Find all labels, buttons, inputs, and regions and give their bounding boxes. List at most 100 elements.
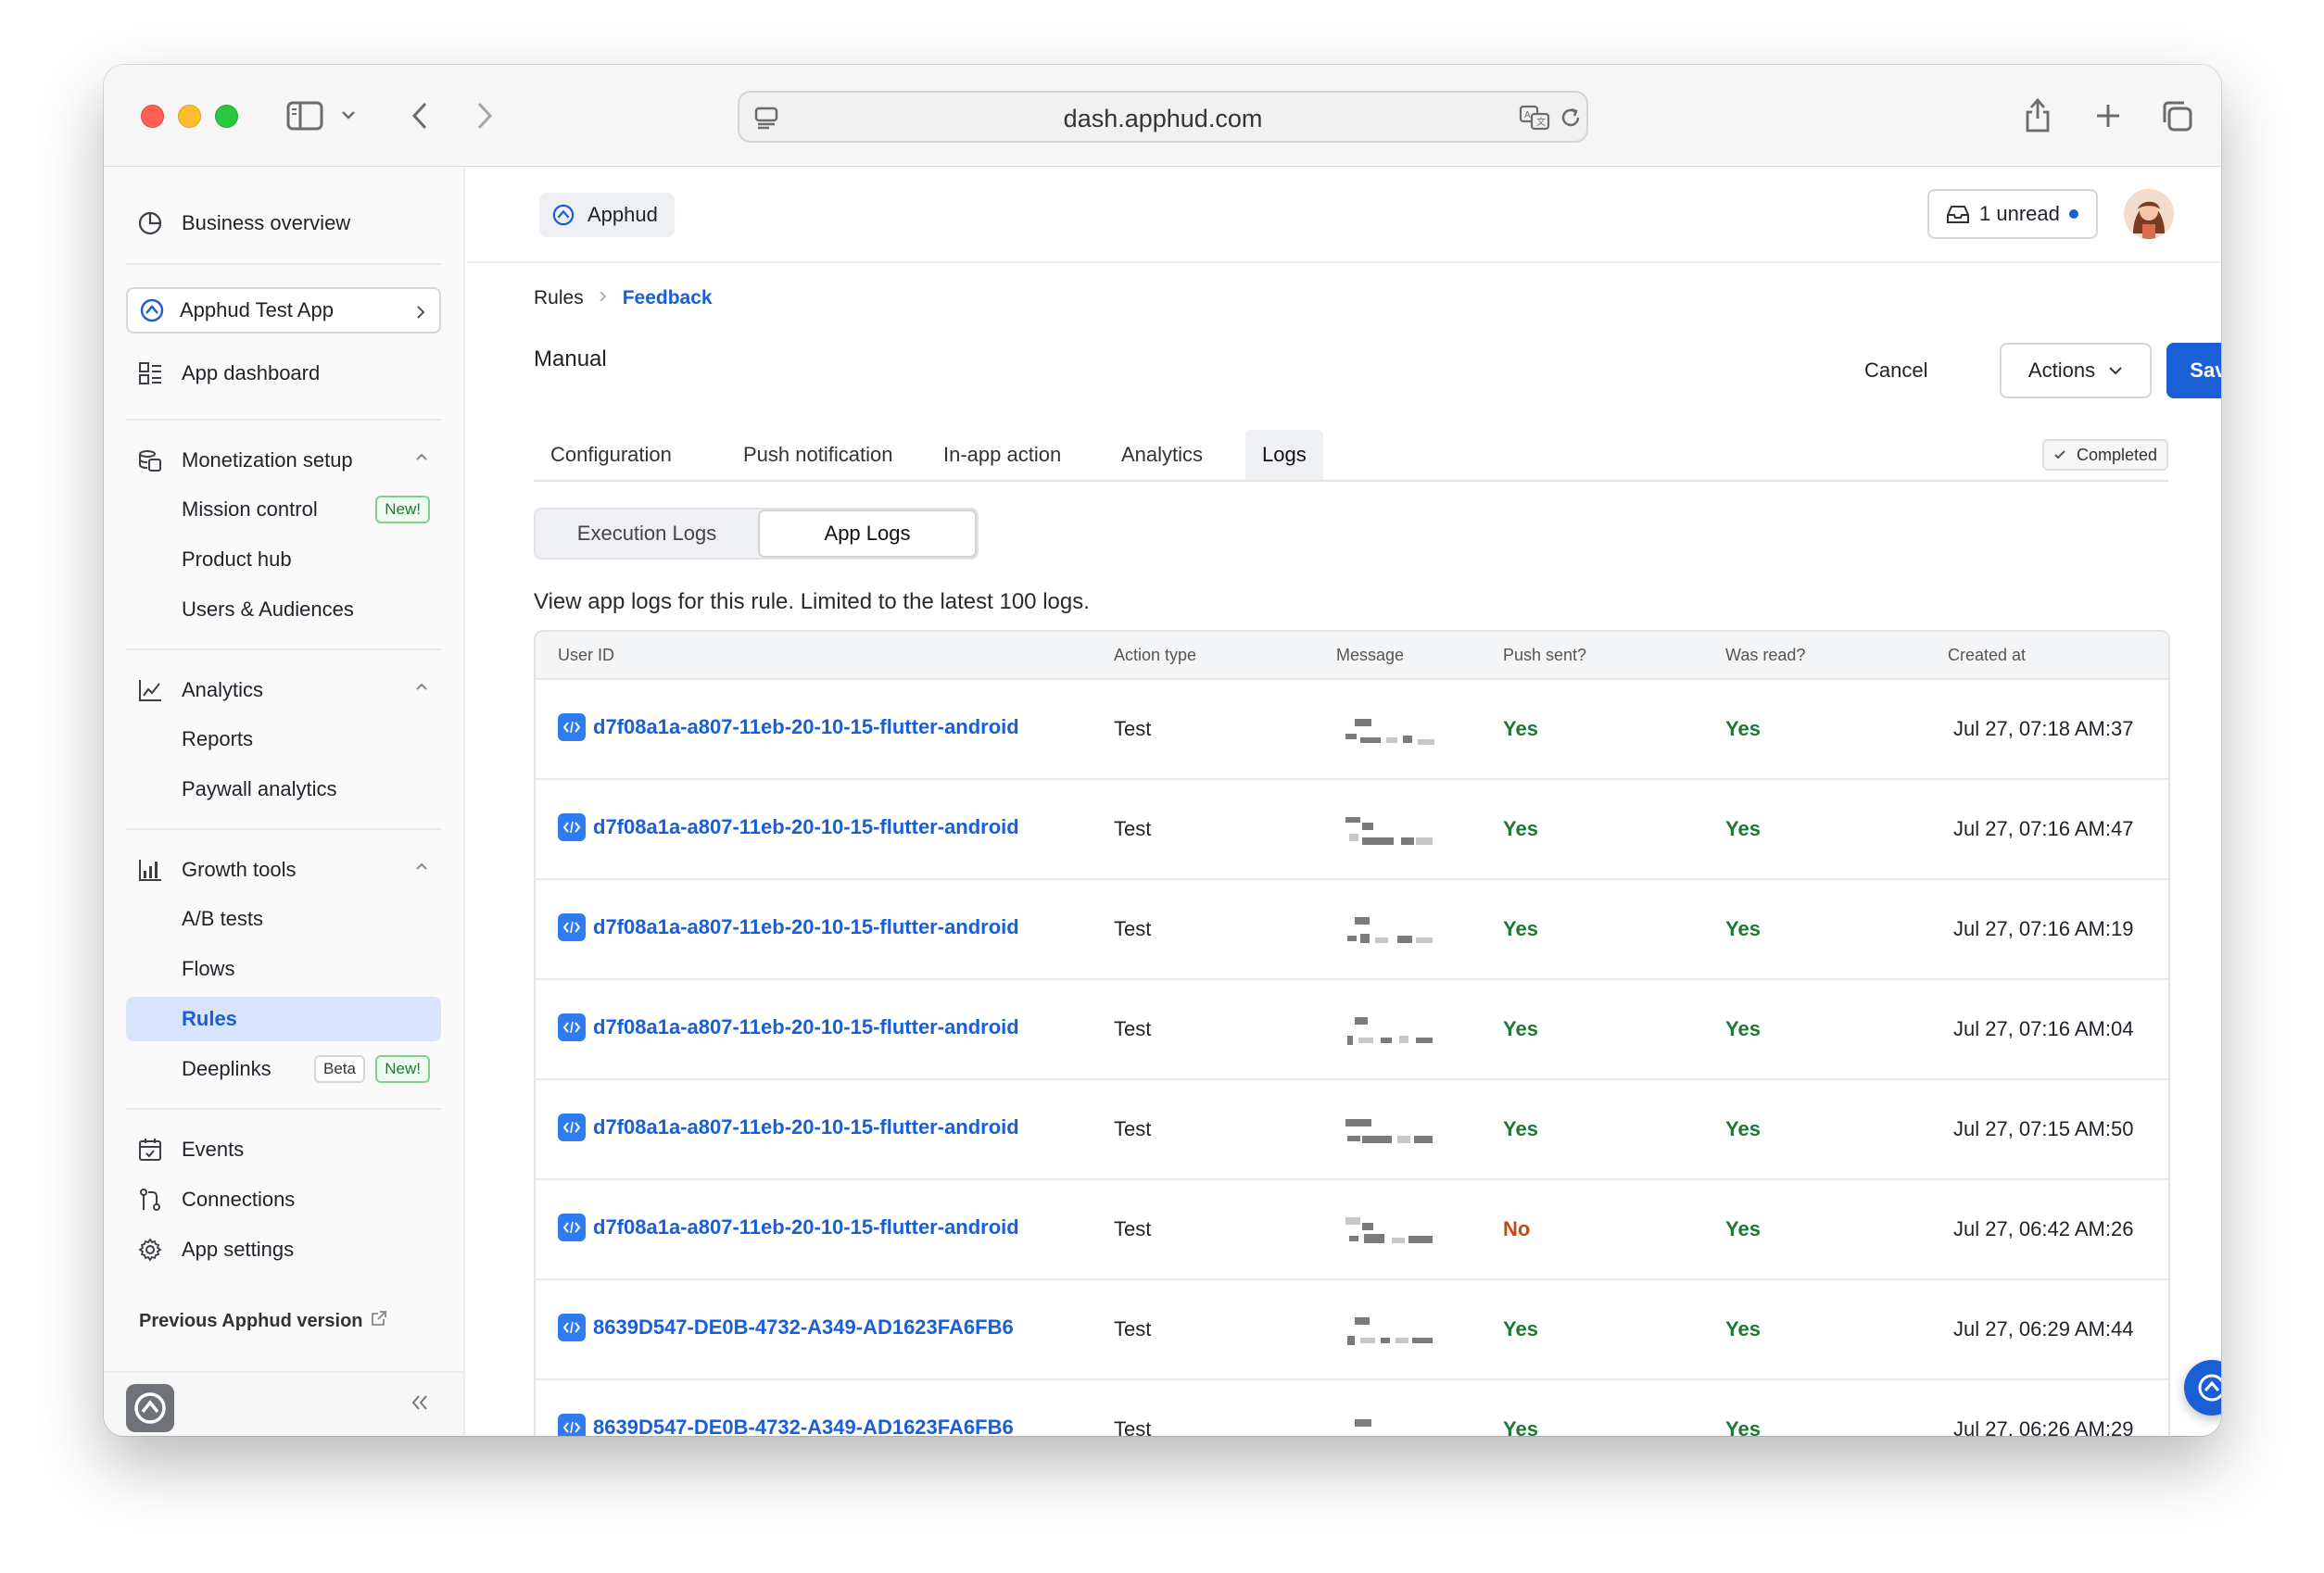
segment-app-logs[interactable]: App Logs [758,510,977,558]
unread-label: 1 unread [1979,202,2060,225]
browser-window: dash.apphud.com A文 Business overview App… [104,65,2221,1436]
sidebar-item-label: Mission control [182,497,318,521]
app-chip[interactable]: Apphud [539,193,675,237]
new-tab-icon[interactable] [2092,100,2124,132]
sidebar-item-mission-control[interactable]: Mission control New! [126,487,441,532]
tab-configuration[interactable]: Configuration [534,430,688,480]
breadcrumb-current[interactable]: Feedback [623,287,713,309]
sidebar-item-paywall-analytics[interactable]: Paywall analytics [126,767,441,812]
sidebar-item-connections[interactable]: Connections [126,1177,441,1223]
save-button[interactable]: Save [2166,343,2221,398]
minimize-window-button[interactable] [178,105,201,128]
share-icon[interactable] [2022,94,2053,135]
sidebar-item-reports[interactable]: Reports [126,717,441,761]
tab-push-notification[interactable]: Push notification [726,430,909,480]
main-content: Apphud 1 unread Rules Feedback Manual Ca… [467,167,2221,1436]
address-bar[interactable]: dash.apphud.com A文 [738,91,1588,143]
actions-dropdown-button[interactable]: Actions [2000,343,2152,398]
user-id-link[interactable]: d7f08a1a-a807-11eb-20-10-15-flutter-andr… [558,713,1019,741]
previous-version-link[interactable]: Previous Apphud version [139,1310,387,1332]
coins-icon [135,446,165,475]
blurred-message-pixel [1386,737,1397,743]
code-icon [558,913,586,941]
sidebar-divider [126,828,441,830]
user-id-link[interactable]: 8639D547-DE0B-4732-A349-AD1623FA6FB6 [558,1314,1014,1341]
forward-arrow-icon[interactable] [471,100,499,132]
sidebar-item-ab-tests[interactable]: A/B tests [126,897,441,941]
segment-execution-logs[interactable]: Execution Logs [536,510,758,558]
status-badge-label: Completed [2076,446,2157,464]
sidebar-item-events[interactable]: Events [126,1126,441,1173]
connections-icon [135,1185,165,1214]
user-id-link[interactable]: d7f08a1a-a807-11eb-20-10-15-flutter-andr… [558,1013,1019,1041]
chevron-up-icon[interactable] [415,449,428,466]
double-chevron-left-icon[interactable] [410,1393,430,1416]
sidebar-item-deeplinks[interactable]: Deeplinks Beta New! [126,1047,441,1091]
sidebar-item-app-settings[interactable]: App settings [126,1227,441,1273]
table-row: d7f08a1a-a807-11eb-20-10-15-flutter-andr… [536,1080,2168,1180]
sidebar-section-growth-tools[interactable]: Growth tools [126,847,441,893]
code-icon [558,1013,586,1041]
blurred-message-pixel [1349,1236,1358,1241]
apphud-logo-icon[interactable] [126,1384,174,1432]
chevron-up-icon[interactable] [415,679,428,696]
user-id-text: d7f08a1a-a807-11eb-20-10-15-flutter-andr… [593,1115,1019,1139]
table-row: d7f08a1a-a807-11eb-20-10-15-flutter-andr… [536,980,2168,1080]
table-row: d7f08a1a-a807-11eb-20-10-15-flutter-andr… [536,1180,2168,1280]
chevron-right-icon [599,290,608,308]
url-text: dash.apphud.com [1063,105,1263,132]
user-id-link[interactable]: d7f08a1a-a807-11eb-20-10-15-flutter-andr… [558,1114,1019,1141]
user-id-text: d7f08a1a-a807-11eb-20-10-15-flutter-andr… [593,915,1019,938]
created-at-cell: Jul 27, 07:16 AM:47 [1953,817,2134,840]
sidebar-section-analytics[interactable]: Analytics [126,667,441,713]
table-row: d7f08a1a-a807-11eb-20-10-15-flutter-andr… [536,780,2168,880]
blurred-message-pixel [1362,1223,1373,1230]
sidebar-item-label: Rules [182,1007,237,1030]
sidebar-item-app-dashboard[interactable]: App dashboard [126,350,441,396]
user-id-link[interactable]: d7f08a1a-a807-11eb-20-10-15-flutter-andr… [558,1214,1019,1241]
user-id-text: d7f08a1a-a807-11eb-20-10-15-flutter-andr… [593,715,1019,738]
message-thumbnail [1331,698,1466,761]
translate-icon[interactable]: A文 [1518,104,1551,132]
sidebar-item-business-overview[interactable]: Business overview [126,200,441,246]
user-id-link[interactable]: 8639D547-DE0B-4732-A349-AD1623FA6FB6 [558,1414,1014,1436]
breadcrumb-root[interactable]: Rules [534,287,584,309]
blurred-message-pixel [1347,1136,1360,1141]
sidebar-item-users-audiences[interactable]: Users & Audiences [126,587,441,632]
message-thumbnail [1331,1199,1466,1262]
blurred-message-pixel [1416,837,1433,845]
sidebar: Business overview Apphud Test App App da… [104,167,465,1436]
top-bar: Apphud 1 unread [467,167,2221,263]
sidebar-item-label: Product hub [182,547,292,571]
blurred-message-pixel [1401,837,1414,845]
sidebar-item-product-hub[interactable]: Product hub [126,537,441,582]
avatar[interactable] [2124,189,2174,239]
tab-in-app-action[interactable]: In-app action [927,430,1078,480]
chevron-down-icon[interactable] [339,106,358,124]
tab-bar: Configuration Push notification In-app a… [534,430,2168,482]
chevron-up-icon[interactable] [415,859,428,875]
apphud-logo-icon [137,296,167,325]
user-id-link[interactable]: d7f08a1a-a807-11eb-20-10-15-flutter-andr… [558,813,1019,841]
breadcrumb: Rules Feedback [534,287,713,309]
sidebar-item-flows[interactable]: Flows [126,947,441,991]
cancel-button[interactable]: Cancel [1864,343,1927,398]
code-icon [558,813,586,841]
user-id-link[interactable]: d7f08a1a-a807-11eb-20-10-15-flutter-andr… [558,913,1019,941]
blurred-message-pixel [1360,737,1381,743]
tab-overview-icon[interactable] [2159,98,2194,133]
app-selector[interactable]: Apphud Test App [126,287,441,333]
sidebar-item-rules[interactable]: Rules [126,997,441,1041]
blurred-message-pixel [1412,1338,1433,1343]
sidebar-section-monetization[interactable]: Monetization setup [126,437,441,484]
reload-icon[interactable] [1557,104,1585,132]
tab-analytics[interactable]: Analytics [1105,430,1219,480]
unread-notifications-button[interactable]: 1 unread [1927,189,2098,239]
action-type-cell: Test [1114,1217,1152,1240]
zoom-window-button[interactable] [215,105,238,128]
tab-logs[interactable]: Logs [1245,430,1323,480]
blurred-message-pixel [1399,1036,1408,1043]
sidebar-toggle-icon[interactable] [285,100,324,132]
close-window-button[interactable] [141,105,164,128]
back-arrow-icon[interactable] [406,100,434,132]
